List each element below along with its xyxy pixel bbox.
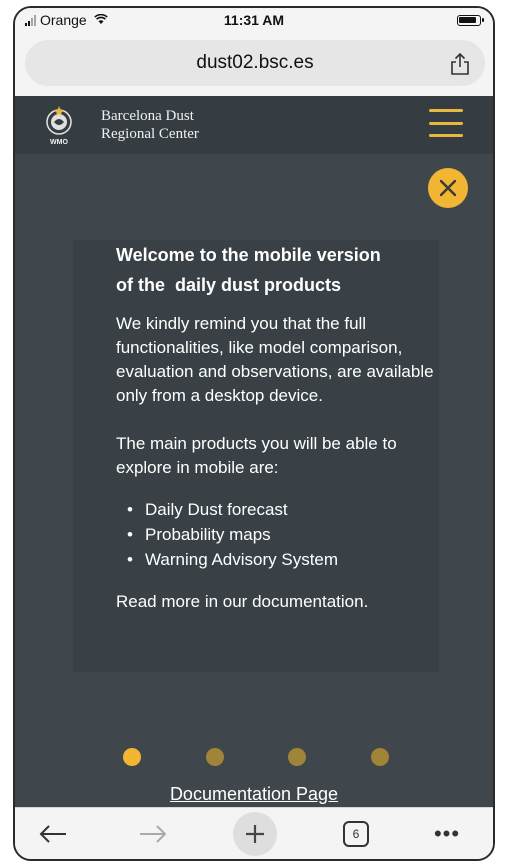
clock: 11:31 AM [223,12,285,28]
modal-title: Welcome to the mobile version of the dai… [116,240,436,300]
wmo-logo[interactable]: WMO [39,104,79,146]
status-bar: Orange 11:31 AM [15,8,493,34]
browser-address-area: dust02.bsc.es [15,34,493,96]
pagination-dot[interactable] [288,748,307,766]
close-icon [439,179,457,197]
modal-title-line1: Welcome to the mobile version [116,245,381,265]
list-item: Warning Advisory System [116,547,436,572]
list-item: Probability maps [116,522,436,547]
modal-title-line2: of the daily dust products [116,275,342,295]
browser-toolbar: 6 ••• [15,807,493,859]
logo-text: WMO [50,139,68,146]
welcome-modal: Welcome to the mobile version of the dai… [73,240,439,672]
tabs-button[interactable]: 6 [338,808,374,859]
pagination-dot-active[interactable] [123,748,141,766]
modal-paragraph-desktop-notice: We kindly remind you that the full funct… [116,314,434,405]
site-header: WMO Barcelona Dust Regional Center [15,96,493,154]
site-title[interactable]: Barcelona Dust Regional Center [101,107,199,143]
url-text[interactable]: dust02.bsc.es [196,52,313,74]
modal-paragraph-products-intro: The main products you will be able to ex… [116,434,397,477]
address-bar[interactable]: dust02.bsc.es [25,40,485,86]
pagination-dots [123,748,389,768]
phone-frame: Orange 11:31 AM dust02.bsc.es WMO Barcel… [13,6,495,861]
hamburger-menu-icon[interactable] [429,109,463,137]
modal-paragraph-docs: Read more in our documentation. [116,592,369,611]
tab-count: 6 [343,821,369,847]
plus-icon [246,825,264,843]
more-icon[interactable]: ••• [425,808,469,859]
close-button[interactable] [428,168,468,208]
share-icon[interactable] [449,52,471,76]
list-item: Daily Dust forecast [116,497,436,522]
back-arrow-icon[interactable] [35,808,71,859]
pagination-dot[interactable] [205,748,224,766]
site-title-line1: Barcelona Dust [101,108,194,124]
site-title-line2: Regional Center [101,126,199,142]
forward-arrow-icon[interactable] [135,808,171,859]
main-content: Welcome to the mobile version of the dai… [15,154,493,811]
battery-icon [457,15,484,26]
new-tab-button[interactable] [230,808,280,859]
products-list: Daily Dust forecast Probability maps War… [116,497,436,572]
documentation-link[interactable]: Documentation Page [15,784,493,805]
pagination-dot[interactable] [371,748,389,766]
